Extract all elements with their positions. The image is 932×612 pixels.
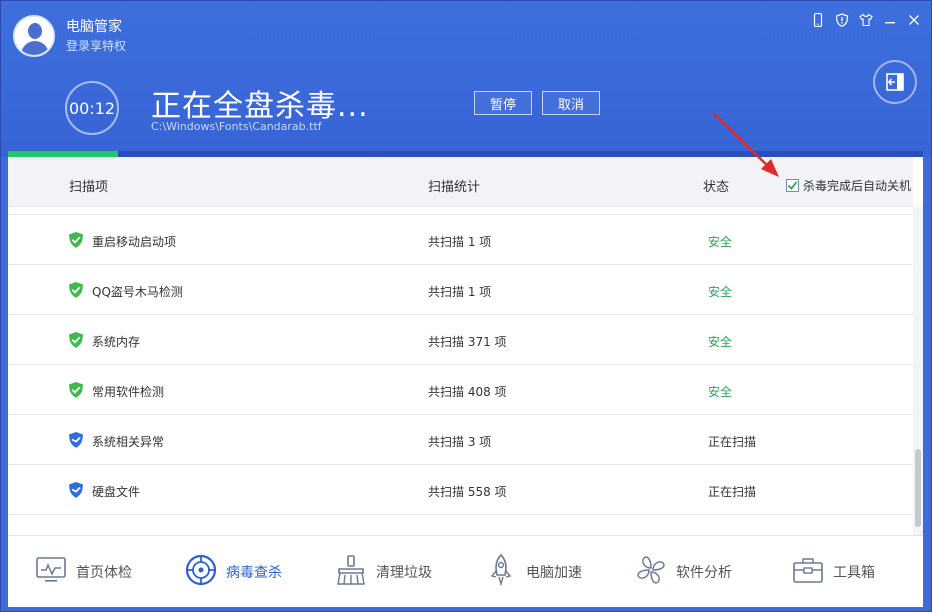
scan-item-name: 硬盘文件 xyxy=(92,485,141,499)
scan-item-status: 安全 xyxy=(708,385,733,399)
virus-scan-icon xyxy=(184,553,218,591)
col-header-item: 扫描项 xyxy=(69,180,109,195)
close-icon[interactable] xyxy=(907,13,921,29)
nav-item-label: 电脑加速 xyxy=(526,565,582,581)
scan-item-count: 共扫描 371 项 xyxy=(428,335,507,349)
scan-item-name: 系统内存 xyxy=(92,335,141,349)
scan-item-count: 共扫描 1 项 xyxy=(428,235,492,249)
shirt-icon[interactable] xyxy=(859,13,873,29)
scan-items-list: WMI启动项检查共扫描 1 项安全重启移动启动项共扫描 1 项安全QQ盗号木马检… xyxy=(8,186,913,515)
table-row: 系统内存 共扫描 371 项 安全 xyxy=(8,315,913,365)
scan-title: 正在全盘杀毒... xyxy=(151,89,369,124)
check-shield-icon xyxy=(67,381,85,399)
table-row: 常用软件检测 共扫描 408 项 安全 xyxy=(8,365,913,415)
nav-item-label: 清理垃圾 xyxy=(376,565,432,581)
nav-item-label: 工具箱 xyxy=(833,565,875,581)
scan-item-status: 安全 xyxy=(708,335,733,349)
nav-item-rocket[interactable]: 电脑加速 xyxy=(458,536,608,608)
table-row: 系统相关异常 共扫描 3 项 正在扫描 xyxy=(8,415,913,465)
scan-item-count: 共扫描 558 项 xyxy=(428,485,507,499)
pause-button[interactable]: 暂停 xyxy=(474,91,532,115)
check-shield-icon xyxy=(67,331,85,349)
cancel-button[interactable]: 取消 xyxy=(542,91,600,115)
nav-item-monitor[interactable]: 首页体检 xyxy=(8,536,158,608)
table-row: 重启移动启动项 共扫描 1 项 安全 xyxy=(8,215,913,265)
scan-item-count: 共扫描 1 项 xyxy=(428,285,492,299)
scan-item-status: 安全 xyxy=(708,285,733,299)
auto-shutdown-checkbox[interactable]: 杀毒完成后自动关机 xyxy=(786,177,911,194)
collapse-panel-button[interactable] xyxy=(873,60,917,104)
toolbox-icon xyxy=(791,553,825,591)
broom-icon xyxy=(334,553,368,591)
login-link[interactable]: 登录享特权 xyxy=(66,37,126,54)
checkbox[interactable] xyxy=(786,179,799,192)
bottom-nav: 首页体检 病毒查杀 清理垃圾 电脑加速 软件分析 工具箱 xyxy=(8,535,923,607)
scan-item-status: 正在扫描 xyxy=(708,485,757,499)
table-row: 硬盘文件 共扫描 558 项 正在扫描 xyxy=(8,465,913,515)
scroll-thumb[interactable] xyxy=(915,449,921,527)
scan-item-count: 共扫描 408 项 xyxy=(428,385,507,399)
window-controls xyxy=(811,12,921,29)
app-title: 电脑管家 xyxy=(66,19,122,35)
table-header: 扫描项 扫描统计 状态 杀毒完成后自动关机 xyxy=(8,157,913,207)
shield-icon[interactable] xyxy=(835,13,849,29)
checkmark-icon xyxy=(787,181,798,190)
scan-current-path: C:\Windows\Fonts\Candarab.ttf xyxy=(151,120,322,133)
nav-item-label: 首页体检 xyxy=(76,565,132,581)
header: 电脑管家 登录享特权 00:12 正在全盘杀毒... C:\Windows\Fo… xyxy=(1,1,931,157)
auto-shutdown-label: 杀毒完成后自动关机 xyxy=(803,179,912,193)
scan-shield-icon xyxy=(67,481,85,499)
scrollbar[interactable] xyxy=(913,207,923,535)
col-header-stats: 扫描统计 xyxy=(428,180,481,195)
exit-panel-icon xyxy=(886,73,904,91)
table-row: QQ盗号木马检测 共扫描 1 项 安全 xyxy=(8,265,913,315)
monitor-icon xyxy=(34,553,68,591)
rocket-icon xyxy=(484,553,518,591)
scan-item-status: 正在扫描 xyxy=(708,435,757,449)
check-shield-icon xyxy=(67,231,85,249)
clover-icon xyxy=(634,553,668,591)
scan-item-name: 系统相关异常 xyxy=(92,435,165,449)
scan-shield-icon xyxy=(67,431,85,449)
nav-item-clover[interactable]: 软件分析 xyxy=(608,536,758,608)
scan-item-name: 常用软件检测 xyxy=(92,385,165,399)
nav-item-toolbox[interactable]: 工具箱 xyxy=(758,536,908,608)
scan-item-name: QQ盗号木马检测 xyxy=(92,285,183,299)
col-header-status: 状态 xyxy=(703,180,730,195)
nav-item-label: 病毒查杀 xyxy=(226,565,282,581)
app-window: 电脑管家 登录享特权 00:12 正在全盘杀毒... C:\Windows\Fo… xyxy=(0,0,932,612)
nav-item-label: 软件分析 xyxy=(676,565,732,581)
minimize-icon[interactable] xyxy=(883,13,897,29)
phone-icon[interactable] xyxy=(811,12,825,29)
scan-item-name: 重启移动启动项 xyxy=(92,235,177,249)
scan-item-status: 安全 xyxy=(708,235,733,249)
nav-item-virus-scan[interactable]: 病毒查杀 xyxy=(158,536,308,608)
scan-item-count: 共扫描 3 项 xyxy=(428,435,492,449)
check-shield-icon xyxy=(67,281,85,299)
avatar[interactable] xyxy=(13,15,55,57)
scan-timer: 00:12 xyxy=(65,81,119,135)
nav-item-broom[interactable]: 清理垃圾 xyxy=(308,536,458,608)
scan-results-panel: WMI启动项检查共扫描 1 项安全重启移动启动项共扫描 1 项安全QQ盗号木马检… xyxy=(8,157,923,535)
